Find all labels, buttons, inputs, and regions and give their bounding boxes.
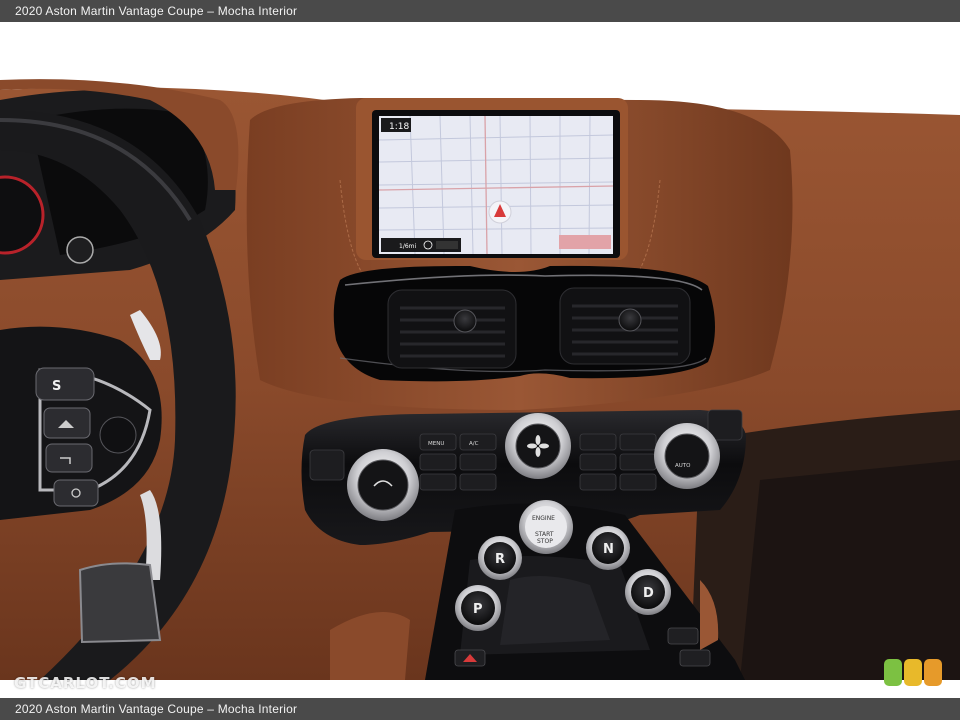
climate-button-4[interactable] xyxy=(459,473,497,491)
steering-home-button[interactable] xyxy=(43,407,91,439)
climate-button-1[interactable] xyxy=(419,453,457,471)
gear-button-p[interactable]: P xyxy=(455,585,501,631)
dashboard-photo: 1:18 1/6mi MENU A/C AUTO ENGINE START ST… xyxy=(0,40,960,680)
climate-button-9[interactable] xyxy=(579,473,617,491)
console-button-2[interactable] xyxy=(679,649,711,667)
gtcarlot-logo-dots xyxy=(884,659,942,686)
svg-text:D: D xyxy=(643,586,654,601)
gear-button-n[interactable]: N xyxy=(586,526,630,570)
climate-button-7[interactable] xyxy=(579,453,617,471)
top-caption: 2020 Aston Martin Vantage Coupe – Mocha … xyxy=(15,4,298,18)
engine-start-stop-button[interactable]: ENGINE START STOP xyxy=(519,500,573,554)
logo-dot-yellow xyxy=(904,659,922,686)
drive-mode-s-button[interactable]: S xyxy=(35,367,95,401)
steering-scroll-wheel[interactable] xyxy=(99,416,137,454)
top-caption-bar: 2020 Aston Martin Vantage Coupe – Mocha … xyxy=(0,0,960,22)
gear-button-d[interactable]: D xyxy=(625,569,671,615)
climate-button-6[interactable] xyxy=(619,433,657,451)
menu-label: MENU xyxy=(428,441,444,447)
auto-label: AUTO xyxy=(675,463,691,469)
seat-heat-left-button[interactable] xyxy=(309,449,345,481)
climate-button-2[interactable] xyxy=(459,453,497,471)
logo-dot-green xyxy=(884,659,902,686)
gtcarlot-watermark: GTCARLOT.COM xyxy=(14,674,157,692)
left-vent-knob[interactable] xyxy=(453,309,477,333)
start-stop-top-label: ENGINE xyxy=(532,515,555,522)
screen-time: 1:18 xyxy=(389,122,409,132)
steering-back-button[interactable] xyxy=(45,443,93,473)
right-vent-knob[interactable] xyxy=(618,308,642,332)
gear-button-r[interactable]: R xyxy=(478,536,522,580)
climate-button-10[interactable] xyxy=(619,473,657,491)
right-temperature-knob[interactable]: AUTO xyxy=(654,423,720,489)
console-button-1[interactable] xyxy=(667,627,699,645)
start-stop-mid-label: START xyxy=(535,531,554,538)
climate-button-5[interactable] xyxy=(579,433,617,451)
pedal xyxy=(78,562,162,644)
map-scale: 1/6mi xyxy=(399,243,417,250)
logo-dot-orange xyxy=(924,659,942,686)
climate-button-8[interactable] xyxy=(619,453,657,471)
right-air-vent[interactable] xyxy=(559,287,691,365)
bottom-caption: 2020 Aston Martin Vantage Coupe – Mocha … xyxy=(15,702,298,716)
bottom-caption-bar: 2020 Aston Martin Vantage Coupe – Mocha … xyxy=(0,698,960,720)
left-temperature-knob[interactable] xyxy=(347,449,419,521)
seat-heat-right-button[interactable] xyxy=(707,409,743,441)
left-air-vent[interactable] xyxy=(387,289,517,369)
steering-phone-button[interactable] xyxy=(53,479,99,507)
svg-text:S: S xyxy=(52,379,61,394)
start-stop-bottom-label: STOP xyxy=(537,538,553,545)
traffic-icon xyxy=(436,241,458,249)
dashboard-illustration: 1:18 1/6mi MENU A/C AUTO ENGINE START ST… xyxy=(0,40,960,680)
svg-text:N: N xyxy=(603,542,614,557)
infotainment-screen[interactable]: 1:18 1/6mi xyxy=(378,115,614,255)
ac-label: A/C xyxy=(469,441,479,447)
fan-speed-knob[interactable] xyxy=(505,413,571,479)
svg-text:P: P xyxy=(473,602,483,617)
climate-button-3[interactable] xyxy=(419,473,457,491)
svg-text:R: R xyxy=(495,552,505,567)
